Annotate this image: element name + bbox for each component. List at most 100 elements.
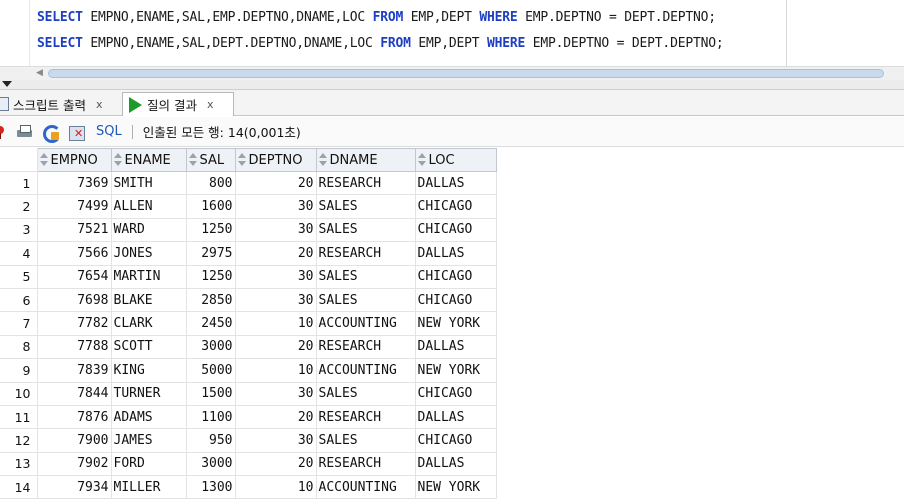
cell-deptno[interactable]: 30	[234, 428, 317, 453]
cell-ename[interactable]: BLAKE	[110, 287, 187, 313]
cell-empno[interactable]: 7844	[36, 381, 112, 406]
cell-deptno[interactable]: 30	[234, 287, 317, 313]
sql-button[interactable]: SQL	[96, 124, 122, 139]
table-row[interactable]: 5 7654 MARTIN 1250 30 SALES CHICAGO	[0, 264, 497, 289]
pin-icon[interactable]	[0, 124, 8, 140]
print-icon[interactable]	[16, 124, 34, 140]
cell-ename[interactable]: JAMES	[110, 428, 187, 453]
cell-sal[interactable]: 1500	[185, 381, 236, 406]
scrollbar-thumb[interactable]	[48, 69, 884, 78]
cell-dname[interactable]: ACCOUNTING	[315, 358, 416, 383]
cell-dname[interactable]: SALES	[315, 194, 416, 219]
cell-sal[interactable]: 800	[185, 170, 236, 196]
sort-icon[interactable]	[39, 152, 48, 167]
cell-sal[interactable]: 2850	[185, 287, 236, 313]
tab-query-result[interactable]: 질의 결과 x	[122, 92, 234, 116]
sort-icon[interactable]	[417, 152, 426, 167]
cell-sal[interactable]: 3000	[185, 334, 236, 360]
table-row[interactable]: 11 7876 ADAMS 1100 20 RESEARCH DALLAS	[0, 404, 497, 430]
tab-script-output[interactable]: 스크립트 출력 x	[0, 92, 120, 116]
cell-sal[interactable]: 1250	[185, 217, 236, 243]
cell-loc[interactable]: CHICAGO	[414, 264, 497, 289]
cell-sal[interactable]: 2450	[185, 311, 236, 336]
table-row[interactable]: 1 7369 SMITH 800 20 RESEARCH DALLAS	[0, 170, 497, 196]
cell-sal[interactable]: 950	[185, 428, 236, 453]
cell-loc[interactable]: CHICAGO	[414, 217, 497, 243]
table-row[interactable]: 13 7902 FORD 3000 20 RESEARCH DALLAS	[0, 451, 497, 477]
cell-sal[interactable]: 5000	[185, 358, 236, 383]
column-header-deptno[interactable]: DEPTNO	[234, 148, 317, 172]
query-result-grid[interactable]: EMPNO ENAME SAL DEPTNO DNAME LOC 1 7369 SM…	[0, 148, 497, 500]
cell-ename[interactable]: SCOTT	[110, 334, 187, 360]
cell-ename[interactable]: CLARK	[110, 311, 187, 336]
cell-dname[interactable]: SALES	[315, 264, 416, 289]
column-header-empno[interactable]: EMPNO	[36, 148, 112, 172]
cell-deptno[interactable]: 30	[234, 264, 317, 289]
cell-sal[interactable]: 3000	[185, 451, 236, 477]
cell-loc[interactable]: CHICAGO	[414, 381, 497, 406]
cell-empno[interactable]: 7902	[36, 451, 112, 477]
cell-loc[interactable]: NEW YORK	[414, 475, 497, 500]
column-header-dname[interactable]: DNAME	[315, 148, 416, 172]
table-row[interactable]: 2 7499 ALLEN 1600 30 SALES CHICAGO	[0, 194, 497, 219]
cell-ename[interactable]: MILLER	[110, 475, 187, 500]
cell-ename[interactable]: TURNER	[110, 381, 187, 406]
cell-ename[interactable]: MARTIN	[110, 264, 187, 289]
cell-deptno[interactable]: 30	[234, 217, 317, 243]
cell-loc[interactable]: DALLAS	[414, 334, 497, 360]
cell-deptno[interactable]: 10	[234, 358, 317, 383]
cell-dname[interactable]: SALES	[315, 287, 416, 313]
column-header-sal[interactable]: SAL	[185, 148, 236, 172]
cell-sal[interactable]: 1100	[185, 404, 236, 430]
cell-empno[interactable]: 7698	[36, 287, 112, 313]
cell-dname[interactable]: RESEARCH	[315, 241, 416, 266]
cancel-query-icon[interactable]	[68, 124, 86, 141]
cell-dname[interactable]: ACCOUNTING	[315, 475, 416, 500]
table-row[interactable]: 3 7521 WARD 1250 30 SALES CHICAGO	[0, 217, 497, 243]
cell-deptno[interactable]: 30	[234, 194, 317, 219]
cell-empno[interactable]: 7782	[36, 311, 112, 336]
cell-deptno[interactable]: 10	[234, 475, 317, 500]
close-icon[interactable]: x	[96, 98, 103, 111]
cell-ename[interactable]: SMITH	[110, 170, 187, 196]
cell-dname[interactable]: RESEARCH	[315, 451, 416, 477]
cell-deptno[interactable]: 10	[234, 311, 317, 336]
cell-dname[interactable]: RESEARCH	[315, 404, 416, 430]
sql-line-2[interactable]: SELECT EMPNO,ENAME,SAL,DEPT.DEPTNO,DNAME…	[37, 36, 724, 51]
sort-icon[interactable]	[113, 152, 122, 167]
cell-empno[interactable]: 7788	[36, 334, 112, 360]
cell-empno[interactable]: 7566	[36, 241, 112, 266]
panel-splitter[interactable]	[0, 80, 904, 90]
refresh-icon[interactable]	[42, 124, 61, 143]
cell-deptno[interactable]: 20	[234, 334, 317, 360]
table-row[interactable]: 12 7900 JAMES 950 30 SALES CHICAGO	[0, 428, 497, 453]
cell-empno[interactable]: 7876	[36, 404, 112, 430]
cell-loc[interactable]: CHICAGO	[414, 287, 497, 313]
cell-deptno[interactable]: 20	[234, 170, 317, 196]
cell-loc[interactable]: DALLAS	[414, 404, 497, 430]
table-row[interactable]: 10 7844 TURNER 1500 30 SALES CHICAGO	[0, 381, 497, 406]
cell-loc[interactable]: CHICAGO	[414, 428, 497, 453]
cell-empno[interactable]: 7934	[36, 475, 112, 500]
cell-loc[interactable]: CHICAGO	[414, 194, 497, 219]
table-row[interactable]: 8 7788 SCOTT 3000 20 RESEARCH DALLAS	[0, 334, 497, 360]
cell-empno[interactable]: 7839	[36, 358, 112, 383]
cell-sal[interactable]: 2975	[185, 241, 236, 266]
cell-dname[interactable]: SALES	[315, 428, 416, 453]
sort-icon[interactable]	[188, 152, 197, 167]
cell-deptno[interactable]: 30	[234, 381, 317, 406]
column-header-ename[interactable]: ENAME	[110, 148, 187, 172]
cell-deptno[interactable]: 20	[234, 241, 317, 266]
cell-dname[interactable]: RESEARCH	[315, 334, 416, 360]
cell-sal[interactable]: 1250	[185, 264, 236, 289]
cell-ename[interactable]: FORD	[110, 451, 187, 477]
cell-loc[interactable]: NEW YORK	[414, 358, 497, 383]
cell-deptno[interactable]: 20	[234, 451, 317, 477]
cell-empno[interactable]: 7369	[36, 170, 112, 196]
cell-loc[interactable]: DALLAS	[414, 451, 497, 477]
cell-dname[interactable]: ACCOUNTING	[315, 311, 416, 336]
column-header-loc[interactable]: LOC	[414, 148, 497, 172]
cell-empno[interactable]: 7521	[36, 217, 112, 243]
cell-ename[interactable]: KING	[110, 358, 187, 383]
close-icon[interactable]: x	[207, 98, 214, 111]
